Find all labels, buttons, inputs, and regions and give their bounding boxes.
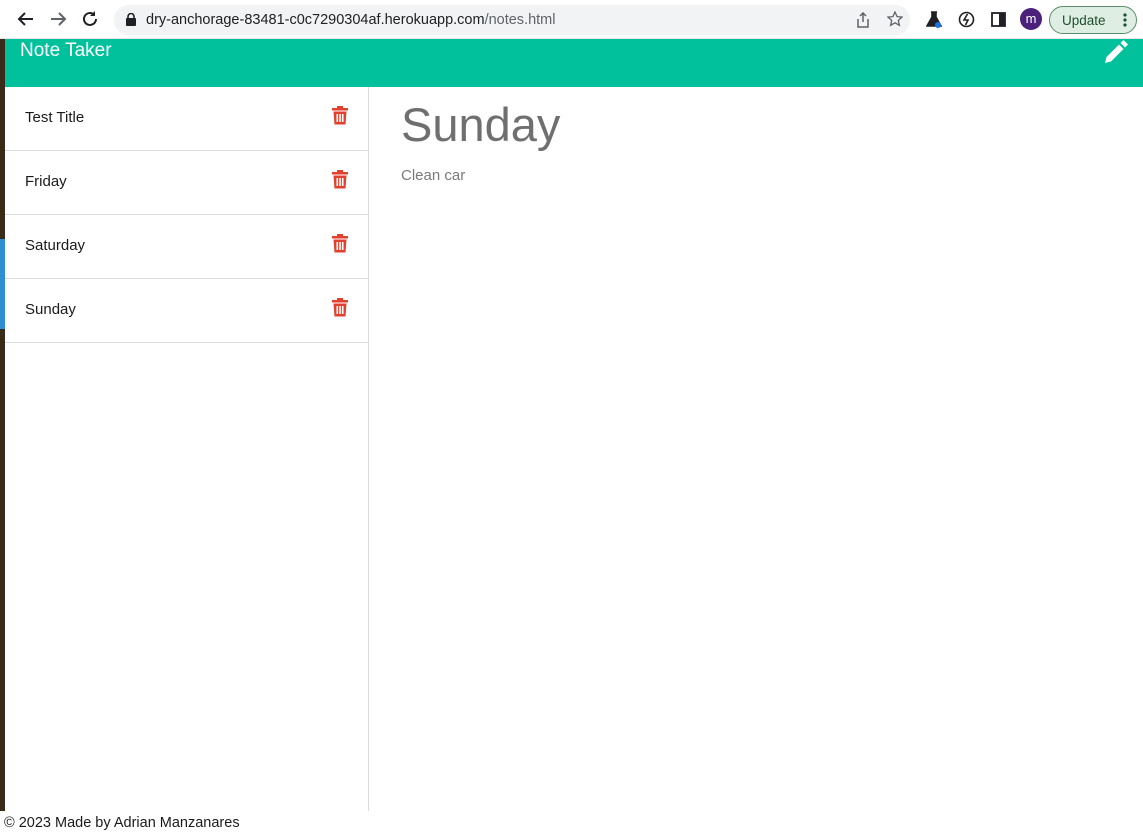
forward-arrow-icon[interactable] [47,8,69,30]
trash-icon[interactable] [332,234,348,253]
url-text: dry-anchorage-83481-c0c7290304af.herokua… [146,12,555,28]
trash-icon[interactable] [332,298,348,317]
side-panel-icon[interactable] [991,12,1006,32]
lock-icon [126,12,136,31]
update-button[interactable]: Update [1049,6,1137,34]
trash-icon[interactable] [332,170,348,189]
note-title-field[interactable]: Sunday [401,97,560,152]
share-icon[interactable] [856,11,870,33]
new-note-pencil-icon[interactable] [1101,39,1129,65]
app-title[interactable]: Note Taker [20,40,112,62]
url-host: dry-anchorage-83481-c0c7290304af.herokua… [146,12,485,28]
note-title: Test Title [25,109,85,126]
note-text-field[interactable]: Clean car [401,167,465,184]
list-item[interactable]: Friday [5,151,368,215]
profile-avatar[interactable]: m [1020,8,1042,30]
note-view: Sunday Clean car [369,87,1143,811]
list-item[interactable]: Sunday [5,279,368,343]
list-item[interactable]: Saturday [5,215,368,279]
list-item[interactable]: Test Title [5,87,368,151]
reload-icon[interactable] [79,8,101,30]
note-title: Saturday [25,237,86,254]
url-path: /notes.html [484,12,556,28]
note-title: Friday [25,173,67,190]
back-arrow-icon[interactable] [15,8,37,30]
footer-text: © 2023 Made by Adrian Manzanares [4,815,240,831]
trash-icon[interactable] [332,106,348,125]
update-label: Update [1062,12,1106,28]
note-title: Sunday [25,301,76,318]
app-header: Note Taker [5,39,1143,87]
browser-toolbar: dry-anchorage-83481-c0c7290304af.herokua… [0,0,1143,39]
address-bar[interactable]: dry-anchorage-83481-c0c7290304af.herokua… [114,5,910,35]
extension-icon[interactable] [958,11,975,33]
notes-sidebar: Test Title Friday Saturday Sunday [5,87,369,811]
more-options-icon[interactable] [1123,12,1127,31]
labs-flask-icon[interactable] [925,11,943,33]
star-icon[interactable] [886,10,904,32]
footer: © 2023 Made by Adrian Manzanares [0,811,1143,834]
